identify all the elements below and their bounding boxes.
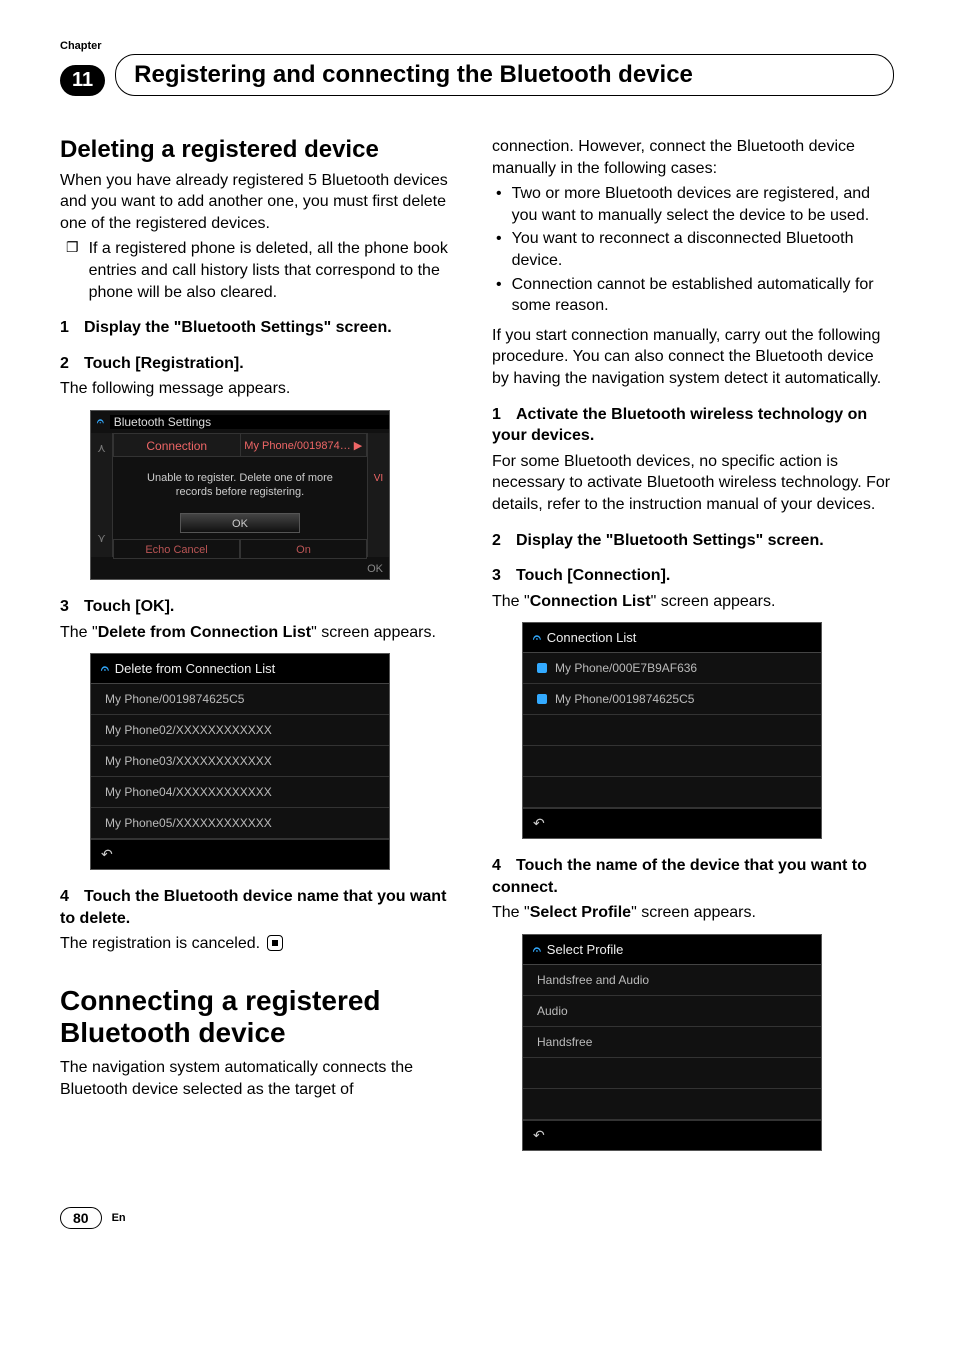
shot1-on-label: On (240, 539, 367, 559)
right-step-3: 3Touch [Connection]. The "Connection Lis… (492, 565, 894, 612)
list-item: My Phone04/XXXXXXXXXXXX (91, 777, 389, 808)
back-icon: ↶ (101, 846, 113, 863)
bullet-item: You want to reconnect a disconnected Blu… (512, 228, 894, 271)
list-item: My Phone02/XXXXXXXXXXXX (91, 715, 389, 746)
left-step-3: 3Touch [OK]. The "Delete from Connection… (60, 596, 462, 643)
right-step-4-body: The "Select Profile" screen appears. (492, 902, 894, 924)
bullet-item: Two or more Bluetooth devices are regist… (512, 183, 894, 226)
left-step-4-head: Touch the Bluetooth device name that you… (60, 888, 446, 927)
note-marker-icon: ❐ (66, 238, 79, 303)
chapter-header: 11 Registering and connecting the Blueto… (60, 54, 894, 96)
left-step-3-body: The "Delete from Connection List" screen… (60, 622, 462, 644)
bluetooth-icon: 𝄐 (533, 629, 541, 646)
content-columns: Deleting a registered device When you ha… (60, 136, 894, 1167)
phone-icon (537, 694, 547, 704)
left-step-3-head: Touch [OK]. (84, 598, 174, 615)
screenshot-bluetooth-settings: 𝄐 Bluetooth Settings ⋏ ⋎ VI Connection M… (90, 410, 390, 580)
bluetooth-icon: 𝄐 (101, 660, 109, 677)
shot1-vi: VI (368, 433, 389, 484)
left-step-1-head: Display the "Bluetooth Settings" screen. (84, 319, 392, 336)
list-item: My Phone/0019874625C5 (523, 684, 821, 715)
back-icon: ↶ (533, 1127, 545, 1144)
list-item (523, 1089, 821, 1120)
sidebar-top-icon: ⋏ (91, 433, 112, 463)
shot2-title: Delete from Connection List (115, 661, 275, 676)
screenshot-select-profile: 𝄐 Select Profile Handsfree and Audio Aud… (522, 934, 822, 1151)
list-item (523, 777, 821, 808)
chapter-number: 11 (60, 65, 105, 96)
section-end-icon (267, 935, 283, 951)
shot4-title: Select Profile (547, 942, 624, 957)
note-row: ❐ If a registered phone is deleted, all … (66, 238, 462, 303)
right-step-1-head: Activate the Bluetooth wireless technolo… (492, 406, 867, 445)
left-step-4: 4Touch the Bluetooth device name that yo… (60, 886, 462, 955)
right-step-3-body: The "Connection List" screen appears. (492, 591, 894, 613)
phone-icon (537, 663, 547, 673)
bullet-item: Connection cannot be established automat… (512, 274, 894, 317)
shot1-message: Unable to register. Delete one of morere… (131, 471, 349, 500)
right-step-1: 1Activate the Bluetooth wireless technol… (492, 404, 894, 516)
left-step-2-head: Touch [Registration]. (84, 355, 244, 372)
right-column: connection. However, connect the Bluetoo… (492, 136, 894, 1167)
bullet-list: Two or more Bluetooth devices are regist… (492, 183, 894, 317)
list-item: Handsfree and Audio (523, 965, 821, 996)
right-step-2-head: Display the "Bluetooth Settings" screen. (516, 532, 824, 549)
left-step-2: 2Touch [Registration]. The following mes… (60, 353, 462, 400)
list-item: My Phone05/XXXXXXXXXXXX (91, 808, 389, 839)
left-column: Deleting a registered device When you ha… (60, 136, 462, 1167)
left-step-1: 1Display the "Bluetooth Settings" screen… (60, 317, 462, 339)
bluetooth-icon: 𝄐 (533, 941, 541, 958)
chapter-header-block: Chapter 11 Registering and connecting th… (60, 40, 894, 96)
shot1-title: Bluetooth Settings (110, 415, 389, 429)
list-item: My Phone/000E7B9AF636 (523, 653, 821, 684)
heading-connecting: Connecting a registered Bluetooth device (60, 985, 462, 1049)
footer-language: En (112, 1212, 126, 1224)
connect-intro: The navigation system automatically conn… (60, 1057, 462, 1100)
page: Chapter 11 Registering and connecting th… (0, 0, 954, 1259)
shot1-phone-label: My Phone/0019874… ▶ (241, 433, 368, 457)
list-item (523, 715, 821, 746)
shot1-ok-footer: OK (367, 563, 383, 575)
list-item: My Phone/0019874625C5 (91, 684, 389, 715)
list-item: My Phone03/XXXXXXXXXXXX (91, 746, 389, 777)
right-step-2: 2Display the "Bluetooth Settings" screen… (492, 530, 894, 552)
connect-cont: connection. However, connect the Bluetoo… (492, 136, 894, 179)
right-step-4: 4Touch the name of the device that you w… (492, 855, 894, 924)
list-item: Audio (523, 996, 821, 1027)
left-step-4-body: The registration is canceled. (60, 933, 462, 955)
bluetooth-icon: 𝄐 (91, 414, 110, 429)
right-step-4-head: Touch the name of the device that you wa… (492, 857, 867, 896)
screenshot-connection-list: 𝄐 Connection List My Phone/000E7B9AF636 … (522, 622, 822, 839)
page-footer: 80 En (60, 1207, 894, 1229)
screenshot-delete-list: 𝄐 Delete from Connection List My Phone/0… (90, 653, 390, 870)
back-icon: ↶ (533, 815, 545, 832)
shot3-title: Connection List (547, 630, 637, 645)
sidebar-bottom-icon: ⋎ (91, 523, 112, 553)
right-step-1-body: For some Bluetooth devices, no specific … (492, 451, 894, 516)
note-text: If a registered phone is deleted, all th… (89, 238, 462, 303)
delete-intro: When you have already registered 5 Bluet… (60, 170, 462, 235)
list-item (523, 1058, 821, 1089)
right-step-3-head: Touch [Connection]. (516, 567, 670, 584)
page-number: 80 (60, 1207, 102, 1229)
after-bullets: If you start connection manually, carry … (492, 325, 894, 390)
list-item: Handsfree (523, 1027, 821, 1058)
shot1-connection-label: Connection (113, 433, 241, 457)
heading-deleting: Deleting a registered device (60, 136, 462, 164)
chapter-title: Registering and connecting the Bluetooth… (115, 54, 894, 96)
shot1-echo-label: Echo Cancel (113, 539, 240, 559)
shot1-ok-button: OK (180, 513, 300, 533)
list-item (523, 746, 821, 777)
chapter-label: Chapter (60, 40, 894, 52)
left-step-2-body: The following message appears. (60, 378, 462, 400)
